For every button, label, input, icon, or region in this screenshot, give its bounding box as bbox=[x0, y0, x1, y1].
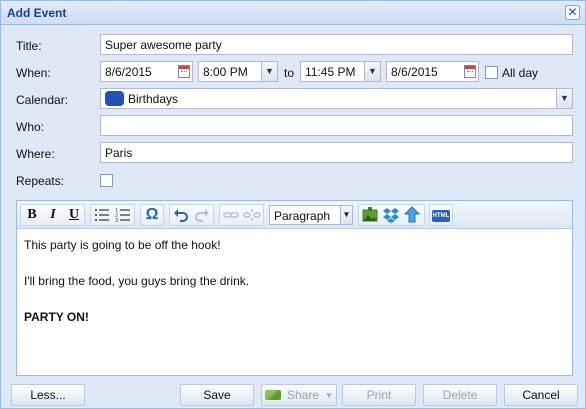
dialog-title: Add Event bbox=[7, 6, 67, 20]
unlink-icon[interactable] bbox=[242, 205, 262, 225]
start-date-value: 8/6/2015 bbox=[105, 65, 152, 79]
close-icon[interactable]: ✕ bbox=[565, 5, 580, 20]
chevron-down-icon[interactable]: ▼ bbox=[364, 62, 380, 81]
end-date-value: 8/6/2015 bbox=[391, 65, 438, 79]
calendar-label: Calendar: bbox=[16, 93, 69, 107]
content-line-3: PARTY ON! bbox=[24, 310, 89, 324]
where-label: Where: bbox=[16, 147, 55, 161]
when-label: When: bbox=[16, 66, 51, 80]
calendar-icon[interactable] bbox=[178, 65, 190, 78]
end-date-field[interactable]: 8/6/2015 bbox=[386, 61, 479, 82]
repeats-checkbox[interactable] bbox=[100, 174, 113, 187]
paragraph-format-select[interactable]: Paragraph ▼ bbox=[269, 205, 353, 225]
where-input[interactable]: Paris bbox=[100, 142, 573, 163]
content-line-2: I'll bring the food, you guys bring the … bbox=[24, 274, 250, 288]
rich-text-editor: B I U 123 Ω Paragraph ▼ HTML This party … bbox=[16, 200, 573, 376]
chevron-down-icon: ▼ bbox=[325, 391, 333, 400]
title-label: Title: bbox=[16, 39, 42, 53]
share-button[interactable]: Share ▼ bbox=[261, 384, 337, 406]
to-label: to bbox=[284, 66, 295, 80]
start-time-select[interactable]: 8:00 PM ▼ bbox=[198, 61, 278, 82]
calendar-icon[interactable] bbox=[464, 65, 476, 78]
upload-icon[interactable] bbox=[402, 205, 422, 225]
calendar-select[interactable]: Birthdays ▼ bbox=[100, 88, 573, 109]
share-icon bbox=[265, 390, 282, 400]
end-time-select[interactable]: 11:45 PM ▼ bbox=[300, 61, 381, 82]
underline-button[interactable]: U bbox=[64, 205, 84, 225]
bullet-list-icon[interactable] bbox=[92, 205, 112, 225]
save-button[interactable]: Save bbox=[180, 384, 254, 406]
insert-image-icon[interactable] bbox=[360, 205, 380, 225]
start-date-field[interactable]: 8/6/2015 bbox=[100, 61, 193, 82]
all-day-checkbox[interactable] bbox=[485, 66, 498, 79]
html-icon[interactable]: HTML bbox=[431, 205, 451, 225]
end-time-value: 11:45 PM bbox=[305, 65, 356, 79]
start-time-value: 8:00 PM bbox=[203, 65, 248, 79]
numbered-list-icon[interactable]: 123 bbox=[113, 205, 133, 225]
add-event-dialog: Add Event ✕ Title: Super awesome party W… bbox=[0, 0, 586, 409]
dropbox-icon[interactable] bbox=[381, 205, 401, 225]
dialog-titlebar[interactable]: Add Event ✕ bbox=[1, 1, 585, 25]
paragraph-format-value: Paragraph bbox=[274, 209, 331, 223]
undo-icon[interactable] bbox=[171, 205, 191, 225]
bold-button[interactable]: B bbox=[22, 205, 42, 225]
redo-icon[interactable] bbox=[192, 205, 212, 225]
editor-toolbar: B I U 123 Ω Paragraph ▼ HTML bbox=[17, 201, 572, 229]
svg-text:3: 3 bbox=[115, 218, 118, 224]
content-line-1: This party is going to be off the hook! bbox=[24, 238, 221, 252]
chevron-down-icon[interactable]: ▼ bbox=[261, 62, 277, 81]
cancel-button[interactable]: Cancel bbox=[504, 384, 578, 406]
chevron-down-icon[interactable]: ▼ bbox=[556, 89, 572, 108]
calendar-color-swatch bbox=[105, 91, 124, 106]
title-input[interactable]: Super awesome party bbox=[100, 34, 573, 55]
italic-button[interactable]: I bbox=[43, 205, 63, 225]
print-button[interactable]: Print bbox=[342, 384, 416, 406]
omega-icon[interactable]: Ω bbox=[142, 205, 162, 225]
less-button[interactable]: Less... bbox=[11, 384, 85, 406]
chevron-down-icon[interactable]: ▼ bbox=[340, 206, 352, 224]
editor-content[interactable]: This party is going to be off the hook! … bbox=[24, 238, 564, 346]
calendar-value: Birthdays bbox=[128, 92, 179, 106]
repeats-label: Repeats: bbox=[16, 174, 65, 188]
all-day-label: All day bbox=[502, 66, 539, 80]
who-input[interactable] bbox=[100, 115, 573, 136]
html-label: HTML bbox=[431, 209, 451, 222]
link-icon[interactable] bbox=[221, 205, 241, 225]
share-label: Share bbox=[287, 388, 320, 402]
delete-button[interactable]: Delete bbox=[423, 384, 497, 406]
who-label: Who: bbox=[16, 120, 45, 134]
